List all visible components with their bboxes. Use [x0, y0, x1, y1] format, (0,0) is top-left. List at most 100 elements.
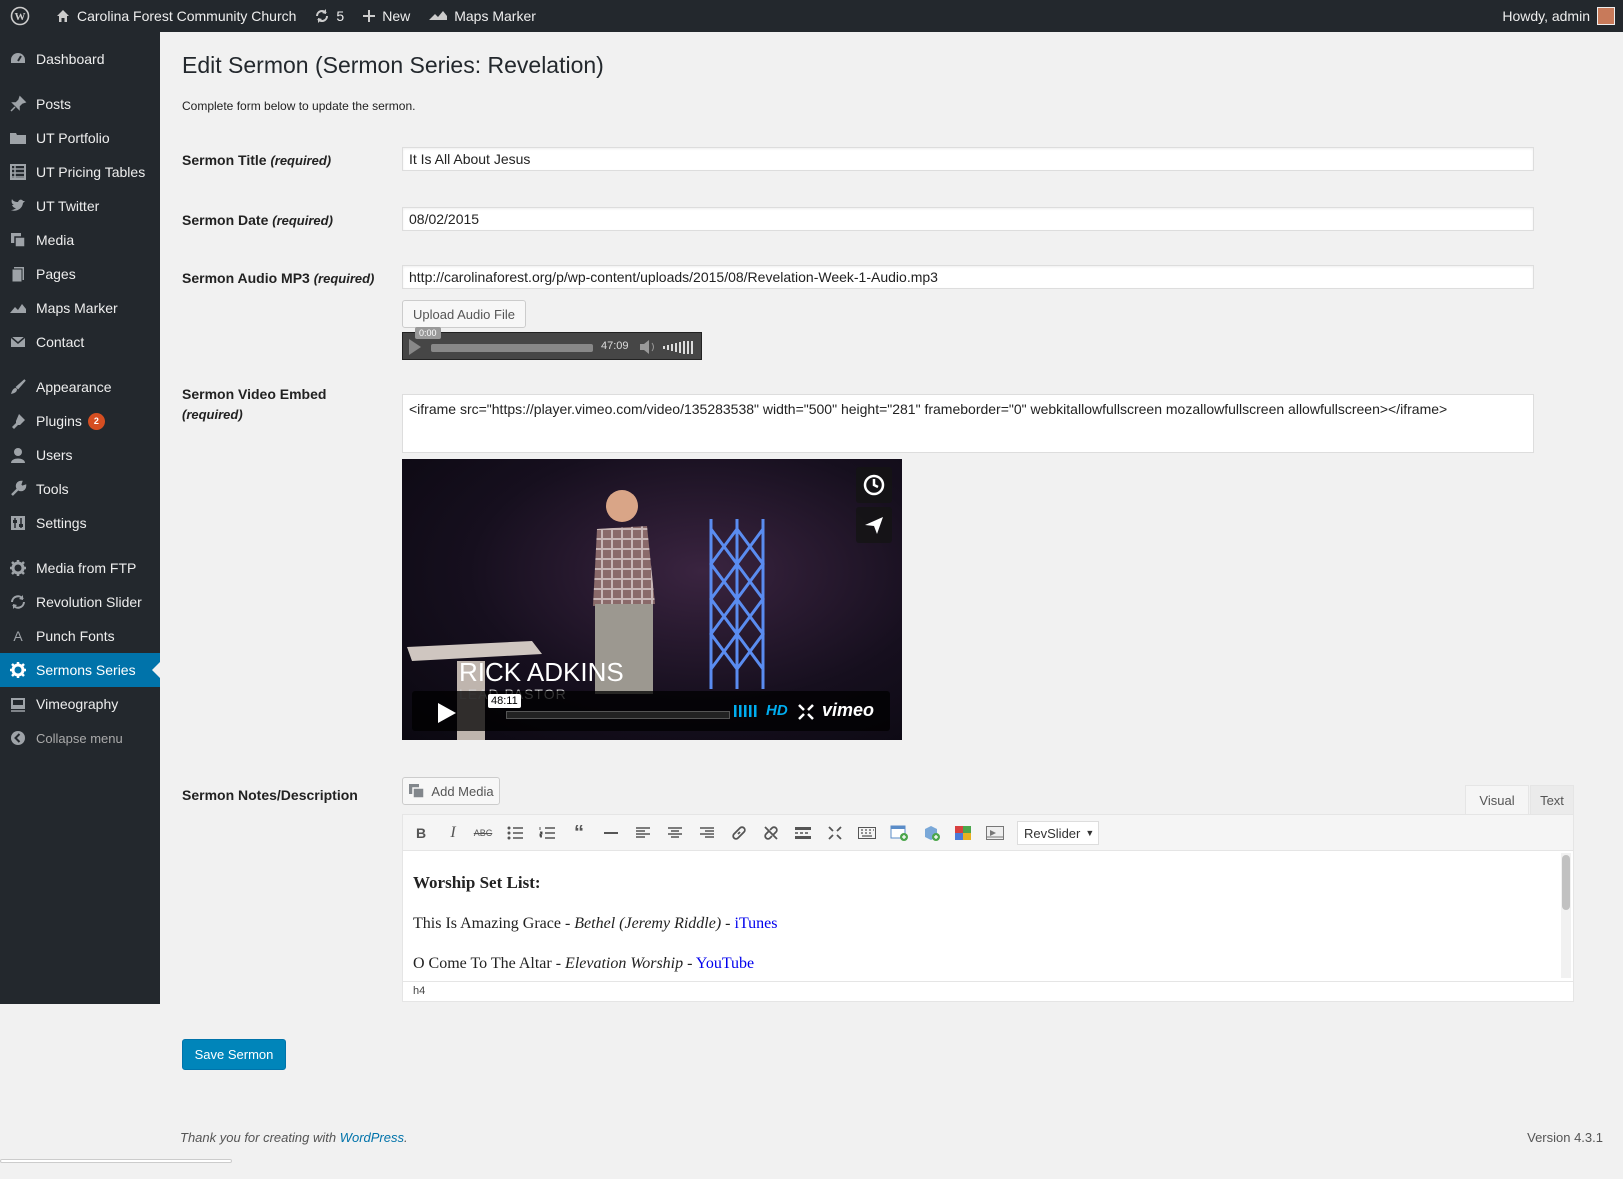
editor-scrollbar[interactable]: [1561, 853, 1571, 978]
collapse-menu-button[interactable]: Collapse menu: [0, 721, 160, 755]
insert-slider-icon[interactable]: [983, 822, 1007, 844]
hd-toggle[interactable]: HD: [766, 702, 788, 719]
add-gallery-icon[interactable]: [951, 822, 975, 844]
video-progress-rail[interactable]: [506, 711, 730, 719]
editor-content[interactable]: Worship Set List: This Is Amazing Grace …: [403, 851, 1551, 981]
label-text: Sermon Title: [182, 152, 267, 168]
volume-icon[interactable]: [639, 339, 697, 355]
revslider-dropdown[interactable]: RevSlider ▼: [1017, 821, 1099, 845]
page-intro: Complete form below to update the sermon…: [182, 99, 416, 113]
tab-text[interactable]: Text: [1530, 785, 1574, 815]
wordpress-link[interactable]: WordPress: [340, 1130, 404, 1145]
insert-link-icon[interactable]: [727, 822, 751, 844]
sidebar-item-pages[interactable]: Pages: [0, 257, 160, 291]
site-name-link[interactable]: Carolina Forest Community Church: [46, 0, 305, 32]
blockquote-icon[interactable]: “: [567, 822, 591, 844]
my-account-link[interactable]: Howdy, admin: [1502, 0, 1615, 32]
align-right-icon[interactable]: [695, 822, 719, 844]
sidebar-item-label: Media: [36, 232, 75, 248]
fullscreen-icon[interactable]: [823, 822, 847, 844]
unlink-icon[interactable]: [759, 822, 783, 844]
sidebar-item-label: Media from FTP: [36, 560, 137, 576]
sidebar-item-label: UT Pricing Tables: [36, 164, 146, 180]
upload-audio-button[interactable]: Upload Audio File: [402, 300, 526, 328]
sidebar-item-posts[interactable]: Posts: [0, 87, 160, 121]
new-content-link[interactable]: New: [353, 0, 419, 32]
sermon-video-label: Sermon Video Embed (required): [182, 384, 382, 425]
sidebar-item-sermons-series[interactable]: Sermons Series: [0, 653, 160, 687]
sidebar-item-ut-pricing-tables[interactable]: UT Pricing Tables: [0, 155, 160, 189]
horizontal-scrollbar[interactable]: [0, 1159, 232, 1163]
sidebar-item-users[interactable]: Users: [0, 438, 160, 472]
twitter-icon: [0, 197, 36, 215]
sidebar-item-label: Posts: [36, 96, 72, 112]
admin-bar: W Carolina Forest Community Church 5 New…: [0, 0, 1623, 32]
share-button[interactable]: [856, 507, 892, 543]
read-more-icon[interactable]: [791, 822, 815, 844]
itunes-link[interactable]: iTunes: [735, 915, 778, 932]
song-title: This Is Amazing Grace: [413, 915, 561, 932]
wrench-icon: [0, 480, 36, 498]
youtube-link[interactable]: YouTube: [696, 955, 754, 972]
sidebar-item-revolution-slider[interactable]: Revolution Slider: [0, 585, 160, 619]
speaker-name: RICK ADKINS: [459, 657, 624, 687]
new-label: New: [382, 8, 411, 24]
italic-icon[interactable]: I: [441, 822, 465, 844]
add-media-button[interactable]: Add Media: [402, 777, 500, 805]
save-sermon-button[interactable]: Save Sermon: [182, 1039, 286, 1070]
strikethrough-icon[interactable]: ABC: [471, 822, 495, 844]
sidebar-item-media-from-ftp[interactable]: Media from FTP: [0, 551, 160, 585]
brush-icon: [0, 378, 36, 396]
sidebar-item-vimeography[interactable]: Vimeography: [0, 687, 160, 721]
keyboard-icon[interactable]: [855, 822, 879, 844]
align-center-icon[interactable]: [663, 822, 687, 844]
sidebar-item-ut-portfolio[interactable]: UT Portfolio: [0, 121, 160, 155]
send-icon: [865, 517, 883, 534]
editor-toolbar: B I ABC “ RevSlider ▼: [403, 815, 1573, 851]
sidebar-item-plugins[interactable]: Plugins 2: [0, 404, 160, 438]
sidebar-item-maps-marker[interactable]: Maps Marker: [0, 291, 160, 325]
vimeo-logo[interactable]: vimeo: [822, 700, 874, 721]
sidebar-item-label: UT Twitter: [36, 198, 100, 214]
sidebar-item-ut-twitter[interactable]: UT Twitter: [0, 189, 160, 223]
audio-duration: 47:09: [601, 340, 629, 352]
audio-progress-rail[interactable]: [431, 344, 593, 352]
tab-visual[interactable]: Visual: [1465, 785, 1529, 815]
add-package-icon[interactable]: [919, 822, 943, 844]
sidebar-item-appearance[interactable]: Appearance: [0, 370, 160, 404]
numbered-list-icon[interactable]: [535, 822, 559, 844]
scrollbar-thumb[interactable]: [1562, 855, 1570, 910]
bulleted-list-icon[interactable]: [503, 822, 527, 844]
sermon-title-input[interactable]: It Is All About Jesus: [402, 147, 1534, 171]
audio-current-time: 0:00: [415, 327, 441, 339]
sidebar-item-label: Tools: [36, 481, 69, 497]
sidebar-item-settings[interactable]: Settings: [0, 506, 160, 540]
horizontal-line-icon[interactable]: [599, 822, 623, 844]
sermon-date-input[interactable]: 08/02/2015: [402, 207, 1534, 231]
plus-icon: [363, 10, 376, 22]
label-text: Sermon Video Embed: [182, 386, 327, 402]
sidebar-item-contact[interactable]: Contact: [0, 325, 160, 359]
separator: -: [683, 955, 696, 972]
sidebar-item-media[interactable]: Media: [0, 223, 160, 257]
video-play-button[interactable]: [438, 703, 456, 723]
align-left-icon[interactable]: [631, 822, 655, 844]
sidebar-item-tools[interactable]: Tools: [0, 472, 160, 506]
maps-marker-link[interactable]: Maps Marker: [419, 0, 545, 32]
updates-link[interactable]: 5: [305, 0, 353, 32]
sermon-audio-input[interactable]: http://carolinaforest.org/p/wp-content/u…: [402, 265, 1534, 289]
bold-icon[interactable]: B: [409, 822, 433, 844]
fullscreen-icon[interactable]: [798, 704, 814, 720]
add-image-icon[interactable]: [887, 822, 911, 844]
sermon-video-textarea[interactable]: <iframe src="https://player.vimeo.com/vi…: [402, 394, 1534, 453]
admin-sidebar: Dashboard Posts UT Portfolio UT Pricing …: [0, 32, 160, 1004]
audio-play-button[interactable]: [409, 339, 421, 355]
sidebar-item-punch-fonts[interactable]: A Punch Fonts: [0, 619, 160, 653]
watch-later-button[interactable]: [856, 467, 892, 503]
sidebar-item-dashboard[interactable]: Dashboard: [0, 42, 160, 76]
separator: -: [551, 955, 566, 972]
clock-icon: [863, 474, 885, 496]
wordpress-logo-icon[interactable]: W: [0, 0, 46, 32]
video-embed-preview[interactable]: RICK ADKINS LEAD PASTOR 48:11 HD vimeo: [402, 459, 902, 740]
volume-bars-icon[interactable]: [734, 704, 760, 718]
